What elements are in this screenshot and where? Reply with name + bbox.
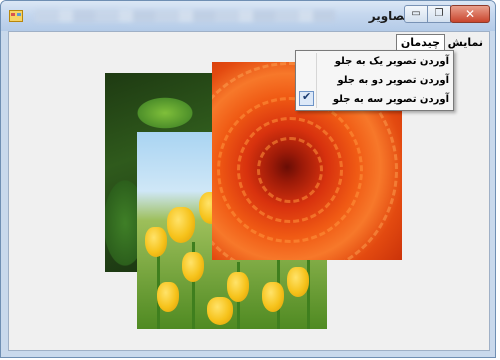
menu-item-bring-two-front[interactable]: آوردن تصویر دو به جلو bbox=[318, 71, 449, 90]
window-title: تصاویر bbox=[368, 9, 409, 23]
tulip-flower bbox=[157, 282, 179, 312]
check-glyph: ✔ bbox=[302, 90, 312, 103]
minimize-button[interactable]: ▭ bbox=[404, 5, 428, 23]
tulip-flower bbox=[287, 267, 309, 297]
tulip-flower bbox=[227, 272, 249, 302]
tulip-flower bbox=[182, 252, 204, 282]
form-client-area: نمایش چیدمان آوردن تصویر یک به جلو آوردن… bbox=[8, 31, 490, 351]
tulip-flower bbox=[145, 227, 167, 257]
close-button[interactable]: ✕ bbox=[450, 5, 490, 23]
arrange-dropdown-menu: آوردن تصویر یک به جلو آوردن تصویر دو به … bbox=[295, 50, 454, 111]
menu-gutter bbox=[316, 53, 317, 108]
tulip-flower bbox=[167, 207, 195, 243]
title-bar[interactable]: تصاویر ▭ ❐ ✕ bbox=[1, 1, 495, 31]
blurred-title-region bbox=[35, 10, 335, 22]
tulip-flower bbox=[207, 297, 233, 325]
menu-view[interactable]: نمایش bbox=[444, 35, 487, 50]
menu-item-bring-one-front[interactable]: آوردن تصویر یک به جلو bbox=[318, 52, 449, 71]
checkmark-icon: ✔ bbox=[299, 90, 314, 106]
maximize-button[interactable]: ❐ bbox=[427, 5, 451, 23]
app-form-icon[interactable] bbox=[9, 10, 23, 22]
menu-item-bring-three-front[interactable]: آوردن تصویر سه به جلو bbox=[318, 90, 449, 109]
tulip-flower bbox=[262, 282, 284, 312]
app-window: تصاویر ▭ ❐ ✕ نمایش چیدمان آوردن تصویر یک… bbox=[0, 0, 496, 358]
